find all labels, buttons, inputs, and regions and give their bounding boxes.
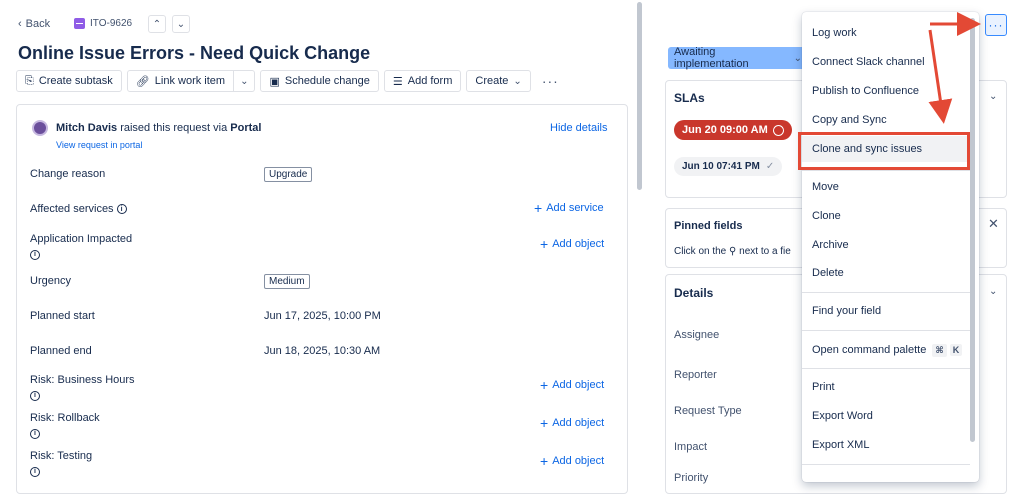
arrow-to-clone-sync	[928, 29, 953, 124]
annotation-arrows	[928, 12, 981, 124]
